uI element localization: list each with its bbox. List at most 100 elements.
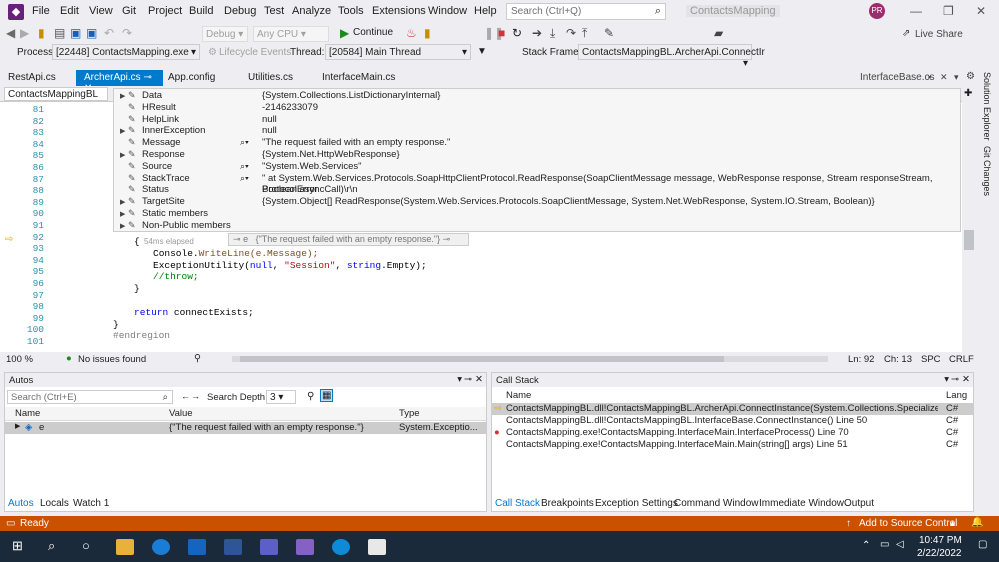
step-over-icon[interactable]: ↷ [566,26,576,40]
tab-immediate-window[interactable]: Immediate Window [759,498,844,509]
config-dropdown[interactable]: Debug ▾ [202,26,248,42]
tab-restapi[interactable]: RestApi.cs [0,70,64,86]
notifications-icon[interactable]: 🔔 [971,517,983,528]
menu-extensions[interactable]: Extensions [372,5,426,17]
spacing-indicator[interactable]: SPC [921,354,941,365]
menu-edit[interactable]: Edit [60,5,79,17]
datatip-property-name[interactable]: InnerException [142,125,205,136]
step-out-icon[interactable]: ⤒ [582,26,587,41]
tab-app-config[interactable]: App.config [160,70,223,86]
maximize-icon[interactable]: ❐ [943,4,954,18]
notification-center-icon[interactable]: ▢ [978,539,987,550]
filter-icon[interactable]: ▼ [477,46,487,57]
pin-icon[interactable]: ▪ [928,72,931,82]
tab-watch-1[interactable]: Watch 1 [73,498,109,509]
search-depth-dropdown[interactable]: 3 ▾ [266,390,296,404]
table-row[interactable]: ▶ ◈ e {"The request failed with an empty… [5,422,486,434]
table-row[interactable]: ContactsMappingBL.dll!ContactsMappingBL.… [492,415,973,427]
save-icon[interactable]: ▣ [70,26,81,40]
pin-icon[interactable]: ⊸ [464,374,472,385]
edge-icon[interactable] [332,539,350,555]
git-changes-tab[interactable]: Git Changes [982,146,992,196]
datatip-property-value[interactable]: "The request failed with an empty respon… [262,137,450,148]
close-icon[interactable]: ✕ [976,4,986,18]
continue-button[interactable]: Continue [353,27,393,38]
datatip-property-name[interactable]: HResult [142,102,176,113]
task-view-icon[interactable]: ○ [82,538,90,553]
datatip-property-name[interactable]: Source [142,161,172,172]
grid-icon[interactable]: ▦ [320,389,334,402]
forward-icon[interactable]: → [191,391,200,401]
menu-debug[interactable]: Debug [224,5,256,17]
save-all-icon[interactable]: ▣ [86,26,97,40]
bookmark-icon[interactable]: ▰ [714,26,723,40]
settings-icon[interactable]: ⚙ [966,71,975,82]
app-icon[interactable] [224,539,242,555]
clock-date[interactable]: 2/22/2022 [917,548,962,559]
close-icon[interactable]: ✕ [962,374,970,385]
col-name[interactable]: Name [15,408,40,419]
search-icon[interactable]: ⌕ [48,538,55,554]
table-row[interactable]: ● ContactsMapping.exe!ContactsMapping.Int… [492,427,973,439]
teams-icon[interactable] [260,539,278,555]
tab-utilities[interactable]: Utilities.cs [240,70,301,86]
visual-studio-icon[interactable] [296,539,314,555]
visualizer-icon[interactable]: ⌕▾ [240,173,249,184]
scroll-thumb[interactable] [964,230,974,250]
datatip-property-value[interactable]: null [262,114,277,125]
col-value[interactable]: Value [169,408,193,419]
panel-menu-icon[interactable]: ▾ [457,374,462,385]
lifecycle-events-dropdown[interactable]: Lifecycle Events [219,47,291,58]
menu-test[interactable]: Test [264,5,284,17]
issues-status[interactable]: No issues found [78,354,146,365]
col-name[interactable]: Name [506,390,531,401]
datatip-property-name[interactable]: HelpLink [142,114,179,125]
outlook-icon[interactable] [188,539,206,555]
project-dropdown[interactable]: ContactsMappingBL [4,87,108,101]
autos-search-input[interactable]: Search (Ctrl+E) ⌕ [7,390,173,404]
open-folder-icon[interactable]: ▮ [38,26,45,40]
tab-output[interactable]: Output [844,498,874,509]
back-icon[interactable]: ◀ [6,26,15,40]
pin-icon[interactable]: ⊸ [143,72,151,83]
git-icon[interactable]: ⚲ [194,353,201,364]
pin-icon[interactable]: ⊸ [951,374,959,385]
pin-icon[interactable]: ⚲ [307,391,314,402]
datatip-property-name[interactable]: Status [142,184,169,195]
datatip-property-name[interactable]: TargetSite [142,196,185,207]
live-share-button[interactable]: Live Share [915,29,963,40]
split-icon[interactable]: ✚ [964,88,972,99]
datatip-property-name[interactable]: Static members [142,208,208,219]
datatip-expanded[interactable]: ▶ ✎ Data {System.Collections.ListDictionary… [113,88,961,232]
datatip-property-value[interactable]: null [262,125,277,136]
process-dropdown[interactable]: [22448] ContactsMapping.exe ▾ [52,44,200,60]
tab-command-window[interactable]: Command Window [674,498,758,509]
expand-icon[interactable]: ▶ [120,222,125,230]
datatip-collapsed[interactable]: ⊸ e {"The request failed with an empty r… [228,233,469,246]
col-lang[interactable]: Lang [946,390,967,401]
menu-git[interactable]: Git [122,5,136,17]
datatip-property-value[interactable]: {System.Object[] ReadResponse(System.Web… [262,196,875,207]
datatip-property-value[interactable]: {System.Net.HttpWebResponse} [262,149,400,160]
menu-help[interactable]: Help [474,5,497,17]
editor-vertical-scrollbar[interactable]: ✚ [962,86,976,352]
datatip-property-name[interactable]: Response [142,149,185,160]
tab-interfacemain[interactable]: InterfaceMain.cs [314,70,403,86]
stack-frame-dropdown[interactable]: ContactsMappingBL.ArcherApi.ConnectIr ▾ [578,44,765,69]
pin-icon[interactable]: ⊸ [233,234,241,244]
datatip-property-value[interactable]: " at System.Web.Services.Protocols.SoapH… [262,173,960,195]
line-ending-indicator[interactable]: CRLF [949,354,974,365]
datatip-property-name[interactable]: Message [142,137,181,148]
expand-icon[interactable]: ▶ [120,198,125,206]
clock-time[interactable]: 10:47 PM [919,535,962,546]
tab-exception-settings[interactable]: Exception Settings [595,498,678,509]
col-type[interactable]: Type [399,408,420,419]
step-into-icon[interactable]: ⤓ [550,26,555,41]
menu-file[interactable]: File [32,5,50,17]
tab-archerapi[interactable]: ArcherApi.cs ⊸ ✕ [76,70,163,94]
menu-view[interactable]: View [89,5,113,17]
close-icon[interactable]: ✕ [475,374,483,385]
datatip-property-name[interactable]: StackTrace [142,173,190,184]
expand-icon[interactable]: ▶ [15,422,20,430]
restart-icon[interactable]: ↻ [512,26,522,40]
